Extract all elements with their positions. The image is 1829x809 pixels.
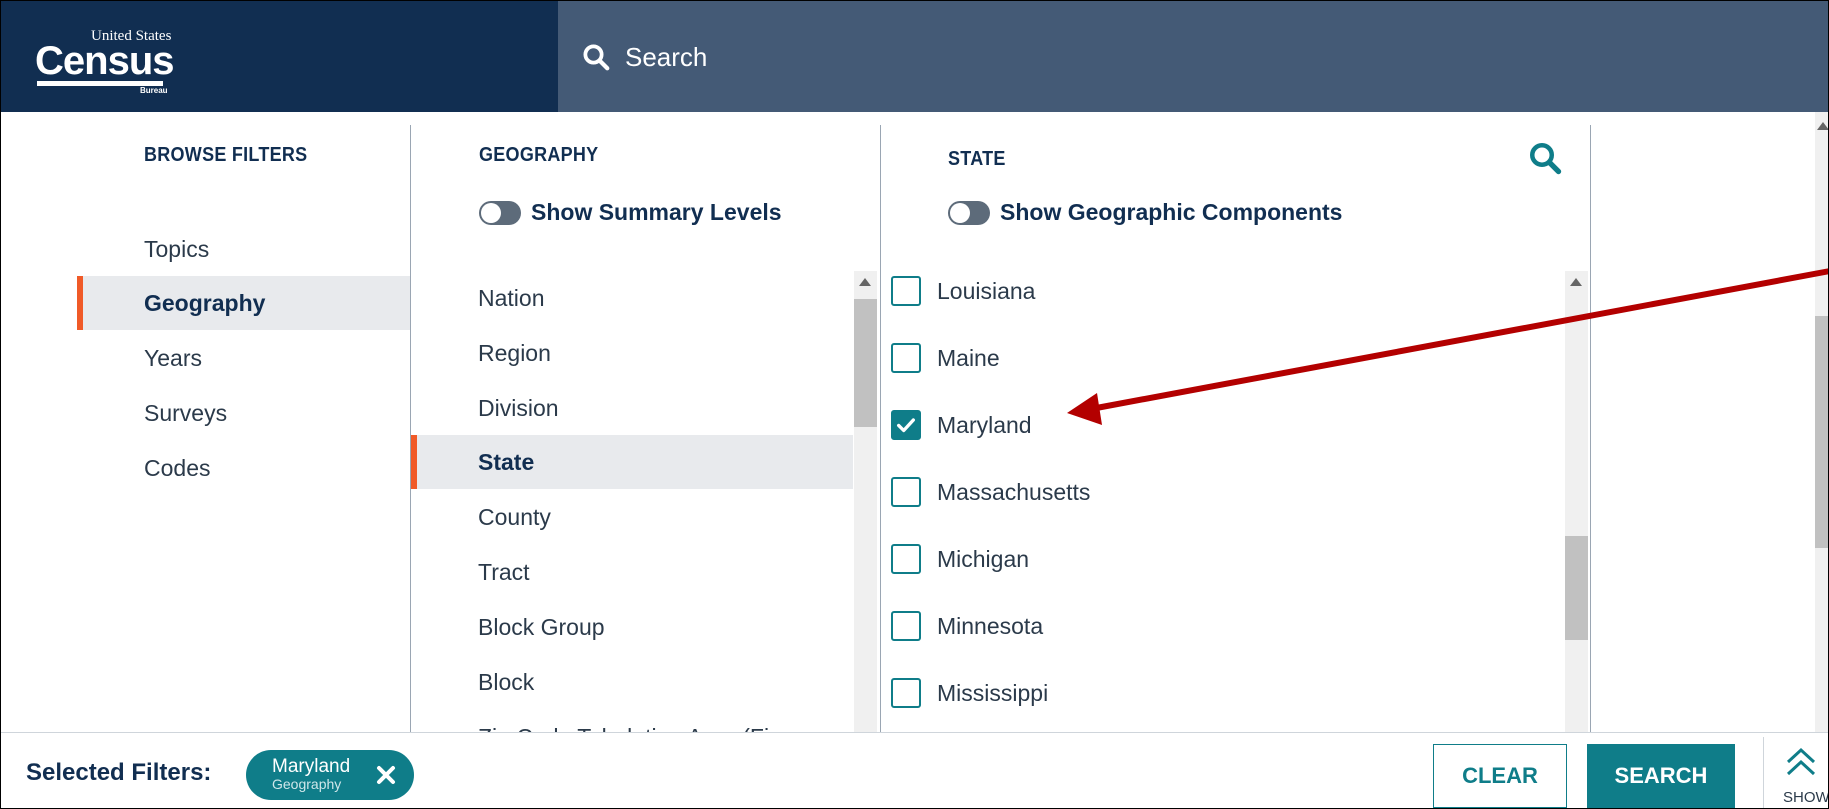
geo-item-nation[interactable]: Nation xyxy=(411,271,853,325)
state-label: Mississippi xyxy=(937,679,1049,706)
search-button[interactable]: SEARCH xyxy=(1587,744,1735,808)
scroll-up-arrow[interactable] xyxy=(859,278,871,286)
geo-item-division[interactable]: Division xyxy=(411,381,853,435)
geo-item-state[interactable]: State xyxy=(411,435,853,489)
geography-list: Nation Region Division State County Trac… xyxy=(411,271,853,732)
nav-item-codes[interactable]: Codes xyxy=(77,441,410,495)
nav-item-years[interactable]: Years xyxy=(77,331,410,385)
state-label: Maryland xyxy=(937,411,1032,438)
logo-area: United States Census Bureau xyxy=(1,1,558,112)
checkbox[interactable] xyxy=(891,343,921,373)
selected-filters-label: Selected Filters: xyxy=(26,759,212,786)
logo-line3: Bureau xyxy=(140,86,168,95)
state-label: Minnesota xyxy=(937,612,1044,639)
scroll-up-arrow[interactable] xyxy=(1570,278,1582,286)
state-scrollbar[interactable] xyxy=(1565,271,1588,732)
toggle-label: Show Summary Levels xyxy=(531,199,782,225)
checkbox[interactable] xyxy=(891,544,921,574)
state-item-louisiana[interactable]: Louisiana xyxy=(891,266,1035,316)
summary-levels-toggle[interactable]: Show Summary Levels xyxy=(479,199,782,226)
chip-title: Maryland xyxy=(272,756,351,777)
state-label: Maine xyxy=(937,344,1000,371)
search-icon[interactable] xyxy=(1527,140,1563,176)
search-label: Search xyxy=(625,41,708,72)
geo-item-tract[interactable]: Tract xyxy=(411,545,853,599)
state-list: Louisiana Maine Maryland Massachusetts M… xyxy=(891,263,1556,732)
census-logo[interactable]: United States Census Bureau xyxy=(35,29,185,95)
geography-heading: GEOGRAPHY xyxy=(479,144,599,166)
chip-subtitle: Geography xyxy=(272,776,342,792)
divider-2 xyxy=(880,125,881,732)
state-item-mississippi[interactable]: Mississippi xyxy=(891,668,1048,718)
scroll-thumb[interactable] xyxy=(1565,536,1588,640)
toggle-label: Show Geographic Components xyxy=(1000,199,1343,225)
state-label: Massachusetts xyxy=(937,478,1091,505)
geo-item-region[interactable]: Region xyxy=(411,326,853,380)
state-item-maine[interactable]: Maine xyxy=(891,333,1000,383)
close-icon[interactable] xyxy=(374,763,398,787)
header-bar: United States Census Bureau Search xyxy=(1,1,1828,112)
checkbox[interactable] xyxy=(891,410,921,440)
toggle-switch[interactable] xyxy=(479,200,521,225)
show-label: SHOW xyxy=(1783,789,1829,806)
geo-item-county[interactable]: County xyxy=(411,490,853,544)
toggle-switch[interactable] xyxy=(948,200,990,225)
geo-item-zcta[interactable]: Zip Code Tabulation Area (Fi xyxy=(411,710,853,733)
state-label: Louisiana xyxy=(937,277,1036,304)
state-item-massachusetts[interactable]: Massachusetts xyxy=(891,467,1090,517)
filter-chip-maryland[interactable]: Maryland Geography xyxy=(246,750,414,800)
nav-item-surveys[interactable]: Surveys xyxy=(77,386,410,440)
browse-filters-heading: BROWSE FILTERS xyxy=(144,144,308,166)
checkbox[interactable] xyxy=(891,477,921,507)
geographic-components-toggle[interactable]: Show Geographic Components xyxy=(948,199,1342,226)
scroll-thumb[interactable] xyxy=(854,299,877,427)
checkmark-icon xyxy=(897,418,915,433)
selected-filters-bar: Selected Filters: Maryland Geography CLE… xyxy=(1,732,1829,808)
state-label: Michigan xyxy=(937,545,1030,572)
nav-item-topics[interactable]: Topics xyxy=(77,222,410,276)
state-item-michigan[interactable]: Michigan xyxy=(891,534,1029,584)
logo-line2: Census xyxy=(35,39,174,83)
checkbox[interactable] xyxy=(891,276,921,306)
page-scrollbar[interactable] xyxy=(1815,112,1828,732)
clear-button[interactable]: CLEAR xyxy=(1433,744,1567,808)
search-icon xyxy=(583,44,610,71)
state-heading: STATE xyxy=(948,148,1006,170)
state-item-minnesota[interactable]: Minnesota xyxy=(891,601,1043,651)
geo-item-block[interactable]: Block xyxy=(411,655,853,709)
app-window: United States Census Bureau Search BROWS… xyxy=(0,0,1829,809)
scroll-thumb[interactable] xyxy=(1815,316,1828,548)
state-item-maryland[interactable]: Maryland xyxy=(891,400,1032,450)
show-button[interactable]: SHOW xyxy=(1763,737,1829,808)
global-search[interactable]: Search xyxy=(581,41,707,73)
checkbox[interactable] xyxy=(891,678,921,708)
chevron-double-up-icon xyxy=(1786,747,1816,776)
nav-item-geography[interactable]: Geography xyxy=(77,276,410,330)
scroll-up-arrow[interactable] xyxy=(1817,122,1828,130)
divider-3 xyxy=(1590,125,1591,732)
geo-item-block-group[interactable]: Block Group xyxy=(411,600,853,654)
geography-scrollbar[interactable] xyxy=(854,271,877,732)
checkbox[interactable] xyxy=(891,611,921,641)
